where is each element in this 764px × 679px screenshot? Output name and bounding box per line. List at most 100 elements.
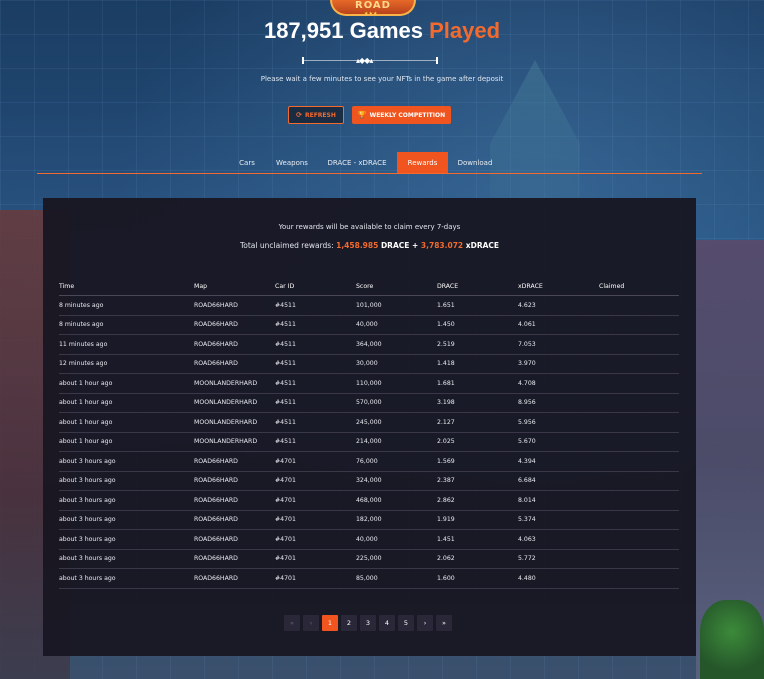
cell-car-id: #4701 <box>275 555 296 563</box>
cell-time: about 3 hours ago <box>59 496 116 504</box>
first-page-button[interactable]: « <box>284 615 300 631</box>
table-body: 8 minutes ago ROAD66HARD #4511 101,000 1.651… <box>59 296 679 589</box>
next-page-button[interactable]: › <box>417 615 433 631</box>
refresh-label: Refresh <box>304 111 336 119</box>
cell-score: 101,000 <box>356 301 382 309</box>
cell-time: about 3 hours ago <box>59 574 116 582</box>
cell-drace: 1.651 <box>437 301 455 309</box>
header-score: Score <box>356 283 374 290</box>
cell-xdrace: 5.772 <box>518 555 536 563</box>
cell-score: 468,000 <box>356 496 382 504</box>
table-row: about 1 hour ago MOONLANDERHARD #4511 245,0… <box>59 413 679 433</box>
weekly-competition-button[interactable]: 🏆 Weekly Competition <box>352 106 451 124</box>
cell-drace: 2.025 <box>437 438 455 446</box>
last-page-button[interactable]: » <box>436 615 452 631</box>
cell-score: 364,000 <box>356 340 382 348</box>
cell-drace: 2.519 <box>437 340 455 348</box>
cell-xdrace: 8.014 <box>518 496 536 504</box>
tab-drace-xdrace[interactable]: DRACE - xDRACE <box>320 152 394 173</box>
cell-score: 30,000 <box>356 360 378 368</box>
tab-download[interactable]: Download <box>451 152 499 173</box>
cell-drace: 3.198 <box>437 399 455 407</box>
cell-map: ROAD66HARD <box>194 360 238 368</box>
cell-score: 570,000 <box>356 399 382 407</box>
cell-score: 214,000 <box>356 438 382 446</box>
cell-drace: 2.862 <box>437 496 455 504</box>
cell-map: ROAD66HARD <box>194 301 238 309</box>
cell-xdrace: 5.956 <box>518 418 536 426</box>
games-played-headline: 187,951 Games Played <box>0 18 764 44</box>
cell-score: 245,000 <box>356 418 382 426</box>
cell-xdrace: 7.053 <box>518 340 536 348</box>
cell-car-id: #4511 <box>275 340 296 348</box>
cell-car-id: #4701 <box>275 496 296 504</box>
cell-score: 40,000 <box>356 535 378 543</box>
table-row: about 1 hour ago MOONLANDERHARD #4511 110,0… <box>59 374 679 394</box>
table-header: Time Map Car ID Score DRACE xDRACE Claim… <box>59 278 679 296</box>
plus-sign: + <box>409 241 421 250</box>
cell-car-id: #4701 <box>275 457 296 465</box>
cell-time: about 3 hours ago <box>59 555 116 563</box>
cell-car-id: #4511 <box>275 379 296 387</box>
cell-xdrace: 6.684 <box>518 477 536 485</box>
prev-page-button[interactable]: ‹ <box>303 615 319 631</box>
header-map: Map <box>194 283 208 290</box>
cell-time: 8 minutes ago <box>59 321 104 329</box>
cell-map: ROAD66HARD <box>194 574 238 582</box>
table-row: 8 minutes ago ROAD66HARD #4511 101,000 1.651… <box>59 296 679 316</box>
background-tree <box>700 600 764 679</box>
cell-score: 324,000 <box>356 477 382 485</box>
page-3-button[interactable]: 3 <box>360 615 376 631</box>
page-2-button[interactable]: 2 <box>341 615 357 631</box>
cell-score: 225,000 <box>356 555 382 563</box>
cell-drace: 1.418 <box>437 360 455 368</box>
tab-weapons[interactable]: Weapons <box>268 152 316 173</box>
page-4-button[interactable]: 4 <box>379 615 395 631</box>
cell-car-id: #4511 <box>275 321 296 329</box>
cell-xdrace: 5.670 <box>518 438 536 446</box>
cell-xdrace: 4.061 <box>518 321 536 329</box>
cell-map: ROAD66HARD <box>194 340 238 348</box>
cell-time: about 1 hour ago <box>59 438 113 446</box>
cell-drace: 1.600 <box>437 574 455 582</box>
cell-time: 12 minutes ago <box>59 360 108 368</box>
games-played-count: 187,951 Games <box>263 18 430 43</box>
cell-car-id: #4511 <box>275 301 296 309</box>
logo-stars: ★★★ <box>364 11 378 17</box>
tab-rewards[interactable]: Rewards <box>397 152 448 173</box>
table-row: 8 minutes ago ROAD66HARD #4511 40,000 1.450 4… <box>59 316 679 335</box>
page-1-button[interactable]: 1 <box>322 615 338 631</box>
cell-xdrace: 3.970 <box>518 360 536 368</box>
table-row: about 3 hours ago ROAD66HARD #4701 324,000 2… <box>59 472 679 491</box>
audio-wave-icon: ▴◆◆▴ <box>356 56 373 65</box>
cell-car-id: #4511 <box>275 360 296 368</box>
refresh-button[interactable]: ⟳ Refresh <box>288 106 344 124</box>
cell-xdrace: 4.708 <box>518 379 536 387</box>
drace-total: 1,458.985 <box>336 241 379 250</box>
cell-drace: 2.062 <box>437 555 455 563</box>
cell-drace: 2.387 <box>437 477 455 485</box>
cell-time: about 1 hour ago <box>59 418 113 426</box>
audio-visualizer: ▴◆◆▴ <box>302 56 438 66</box>
pagination: « ‹ 1 2 3 4 5 › » <box>284 615 452 631</box>
deposit-notice: Please wait a few minutes to see your NF… <box>260 75 504 83</box>
cell-map: ROAD66HARD <box>194 516 238 524</box>
table-row: about 3 hours ago ROAD66HARD #4701 40,000 1.… <box>59 530 679 550</box>
cell-drace: 2.127 <box>437 418 455 426</box>
header-drace: DRACE <box>437 283 459 290</box>
cell-time: about 3 hours ago <box>59 516 116 524</box>
tab-cars[interactable]: Cars <box>230 152 264 173</box>
totals-prefix: Total unclaimed rewards: <box>239 241 337 250</box>
cell-car-id: #4701 <box>275 516 296 524</box>
cell-time: about 1 hour ago <box>59 379 113 387</box>
cell-drace: 1.450 <box>437 321 455 329</box>
cell-time: about 3 hours ago <box>59 457 116 465</box>
cell-drace: 1.919 <box>437 516 455 524</box>
cell-xdrace: 4.623 <box>518 301 536 309</box>
cell-car-id: #4511 <box>275 399 296 407</box>
cell-car-id: #4511 <box>275 418 296 426</box>
cell-xdrace: 4.063 <box>518 535 536 543</box>
xdrace-total: 3,783.072 <box>420 241 464 250</box>
page-5-button[interactable]: 5 <box>398 615 414 631</box>
cell-map: ROAD66HARD <box>194 496 238 504</box>
